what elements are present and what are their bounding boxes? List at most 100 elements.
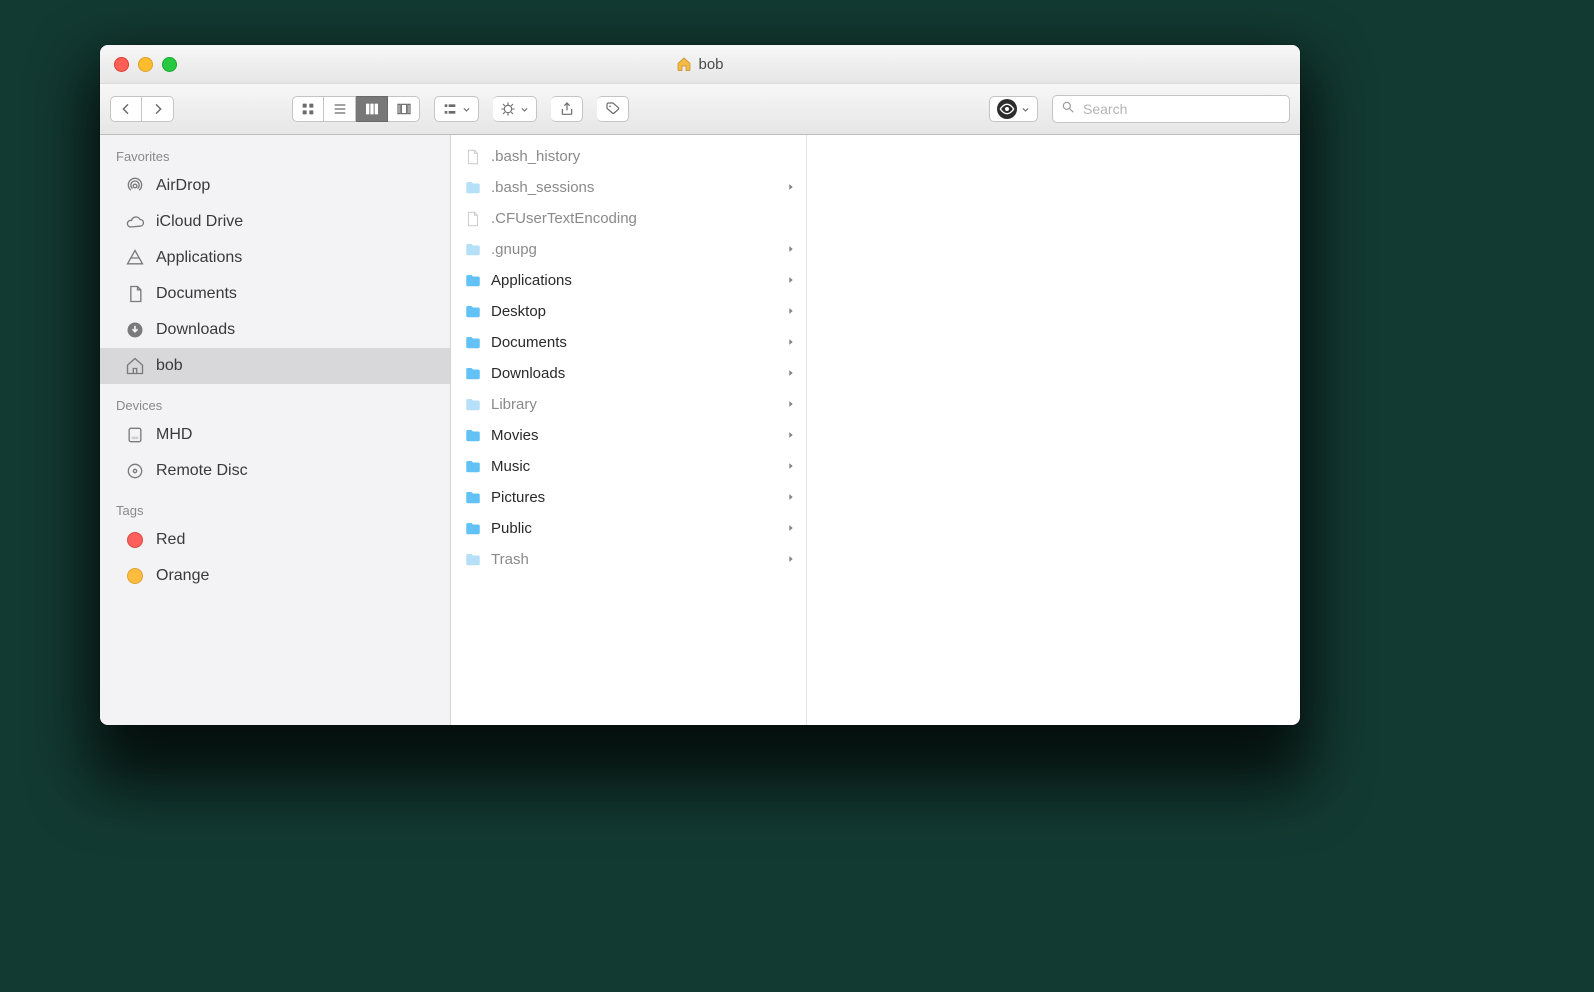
folder-icon — [463, 271, 483, 291]
list-view-button[interactable] — [324, 96, 356, 122]
sidebar: Favorites AirDrop iCloud Drive — [100, 135, 451, 725]
applications-icon — [124, 247, 146, 269]
chevron-right-icon — [786, 272, 796, 289]
sidebar-item-label: iCloud Drive — [156, 213, 243, 231]
icon-view-button[interactable] — [292, 96, 324, 122]
sidebar-item-label: AirDrop — [156, 177, 210, 195]
folder-icon — [463, 178, 483, 198]
file-name: Desktop — [491, 303, 778, 320]
window-minimize-button[interactable] — [138, 57, 153, 72]
folder-icon — [463, 426, 483, 446]
file-name: Downloads — [491, 365, 778, 382]
sidebar-tag-orange[interactable]: Orange — [100, 558, 450, 594]
file-column-empty — [807, 135, 1300, 725]
home-icon — [124, 355, 146, 377]
cloud-icon — [124, 211, 146, 233]
folder-icon — [463, 240, 483, 260]
file-row[interactable]: Public — [451, 513, 806, 544]
file-name: Applications — [491, 272, 778, 289]
nav-buttons — [110, 96, 174, 122]
column-view-button[interactable] — [356, 96, 388, 122]
folder-icon — [463, 550, 483, 570]
file-name: Public — [491, 520, 778, 537]
file-name: Movies — [491, 427, 778, 444]
sidebar-item-remote-disc[interactable]: Remote Disc — [100, 453, 450, 489]
chevron-right-icon — [786, 520, 796, 537]
search-field[interactable] — [1052, 95, 1290, 123]
sidebar-heading-tags: Tags — [100, 499, 450, 522]
file-row[interactable]: Documents — [451, 327, 806, 358]
folder-icon — [463, 395, 483, 415]
file-name: Trash — [491, 551, 778, 568]
file-name: Library — [491, 396, 778, 413]
file-name: .CFUserTextEncoding — [491, 210, 796, 227]
window-close-button[interactable] — [114, 57, 129, 72]
file-icon — [463, 209, 483, 229]
sidebar-item-label: Documents — [156, 285, 237, 303]
gallery-view-button[interactable] — [388, 96, 420, 122]
file-name: .bash_sessions — [491, 179, 778, 196]
sidebar-item-label: bob — [156, 357, 183, 375]
chevron-right-icon — [786, 458, 796, 475]
folder-icon — [463, 302, 483, 322]
documents-icon — [124, 283, 146, 305]
file-name: Documents — [491, 334, 778, 351]
file-row[interactable]: Music — [451, 451, 806, 482]
chevron-right-icon — [786, 241, 796, 258]
search-input[interactable] — [1081, 100, 1281, 118]
sidebar-tag-red[interactable]: Red — [100, 522, 450, 558]
file-column: .bash_history .bash_sessions .CFUserTextEn… — [451, 135, 807, 725]
share-button[interactable] — [551, 96, 583, 122]
chevron-right-icon — [786, 303, 796, 320]
sidebar-item-icloud-drive[interactable]: iCloud Drive — [100, 204, 450, 240]
titlebar: bob — [100, 45, 1300, 84]
window-title: bob — [100, 56, 1300, 73]
file-row[interactable]: Movies — [451, 420, 806, 451]
sidebar-item-documents[interactable]: Documents — [100, 276, 450, 312]
window-title-text: bob — [698, 56, 723, 73]
sidebar-heading-devices: Devices — [100, 394, 450, 417]
chevron-right-icon — [786, 489, 796, 506]
file-row[interactable]: .gnupg — [451, 234, 806, 265]
sidebar-item-downloads[interactable]: Downloads — [100, 312, 450, 348]
back-button[interactable] — [110, 96, 142, 122]
file-row[interactable]: Downloads — [451, 358, 806, 389]
folder-icon — [463, 519, 483, 539]
toolbar — [100, 84, 1300, 135]
group-by-button[interactable] — [434, 96, 479, 122]
file-row[interactable]: Library — [451, 389, 806, 420]
sidebar-item-airdrop[interactable]: AirDrop — [100, 168, 450, 204]
chevron-right-icon — [786, 551, 796, 568]
eye-icon — [997, 99, 1017, 119]
chevron-right-icon — [786, 365, 796, 382]
file-row[interactable]: Trash — [451, 544, 806, 575]
chevron-down-icon — [1021, 101, 1030, 118]
sidebar-item-applications[interactable]: Applications — [100, 240, 450, 276]
file-row[interactable]: .CFUserTextEncoding — [451, 203, 806, 234]
forward-button[interactable] — [142, 96, 174, 122]
home-icon — [676, 56, 692, 72]
tag-dot-icon — [124, 529, 146, 551]
sidebar-item-label: MHD — [156, 426, 192, 444]
tags-button[interactable] — [597, 96, 629, 122]
sidebar-item-label: Downloads — [156, 321, 235, 339]
chevron-right-icon — [786, 427, 796, 444]
file-row[interactable]: Pictures — [451, 482, 806, 513]
file-row[interactable]: Applications — [451, 265, 806, 296]
folder-icon — [463, 364, 483, 384]
chevron-down-icon — [520, 101, 529, 118]
disk-icon — [124, 424, 146, 446]
file-icon — [463, 147, 483, 167]
hidden-files-toggle[interactable] — [989, 96, 1038, 122]
sidebar-item-home[interactable]: bob — [100, 348, 450, 384]
file-name: Pictures — [491, 489, 778, 506]
window-zoom-button[interactable] — [162, 57, 177, 72]
file-row[interactable]: .bash_sessions — [451, 172, 806, 203]
optical-disc-icon — [124, 460, 146, 482]
file-row[interactable]: .bash_history — [451, 141, 806, 172]
sidebar-item-disk[interactable]: MHD — [100, 417, 450, 453]
action-menu-button[interactable] — [493, 96, 537, 122]
chevron-right-icon — [786, 179, 796, 196]
file-name: .gnupg — [491, 241, 778, 258]
file-row[interactable]: Desktop — [451, 296, 806, 327]
